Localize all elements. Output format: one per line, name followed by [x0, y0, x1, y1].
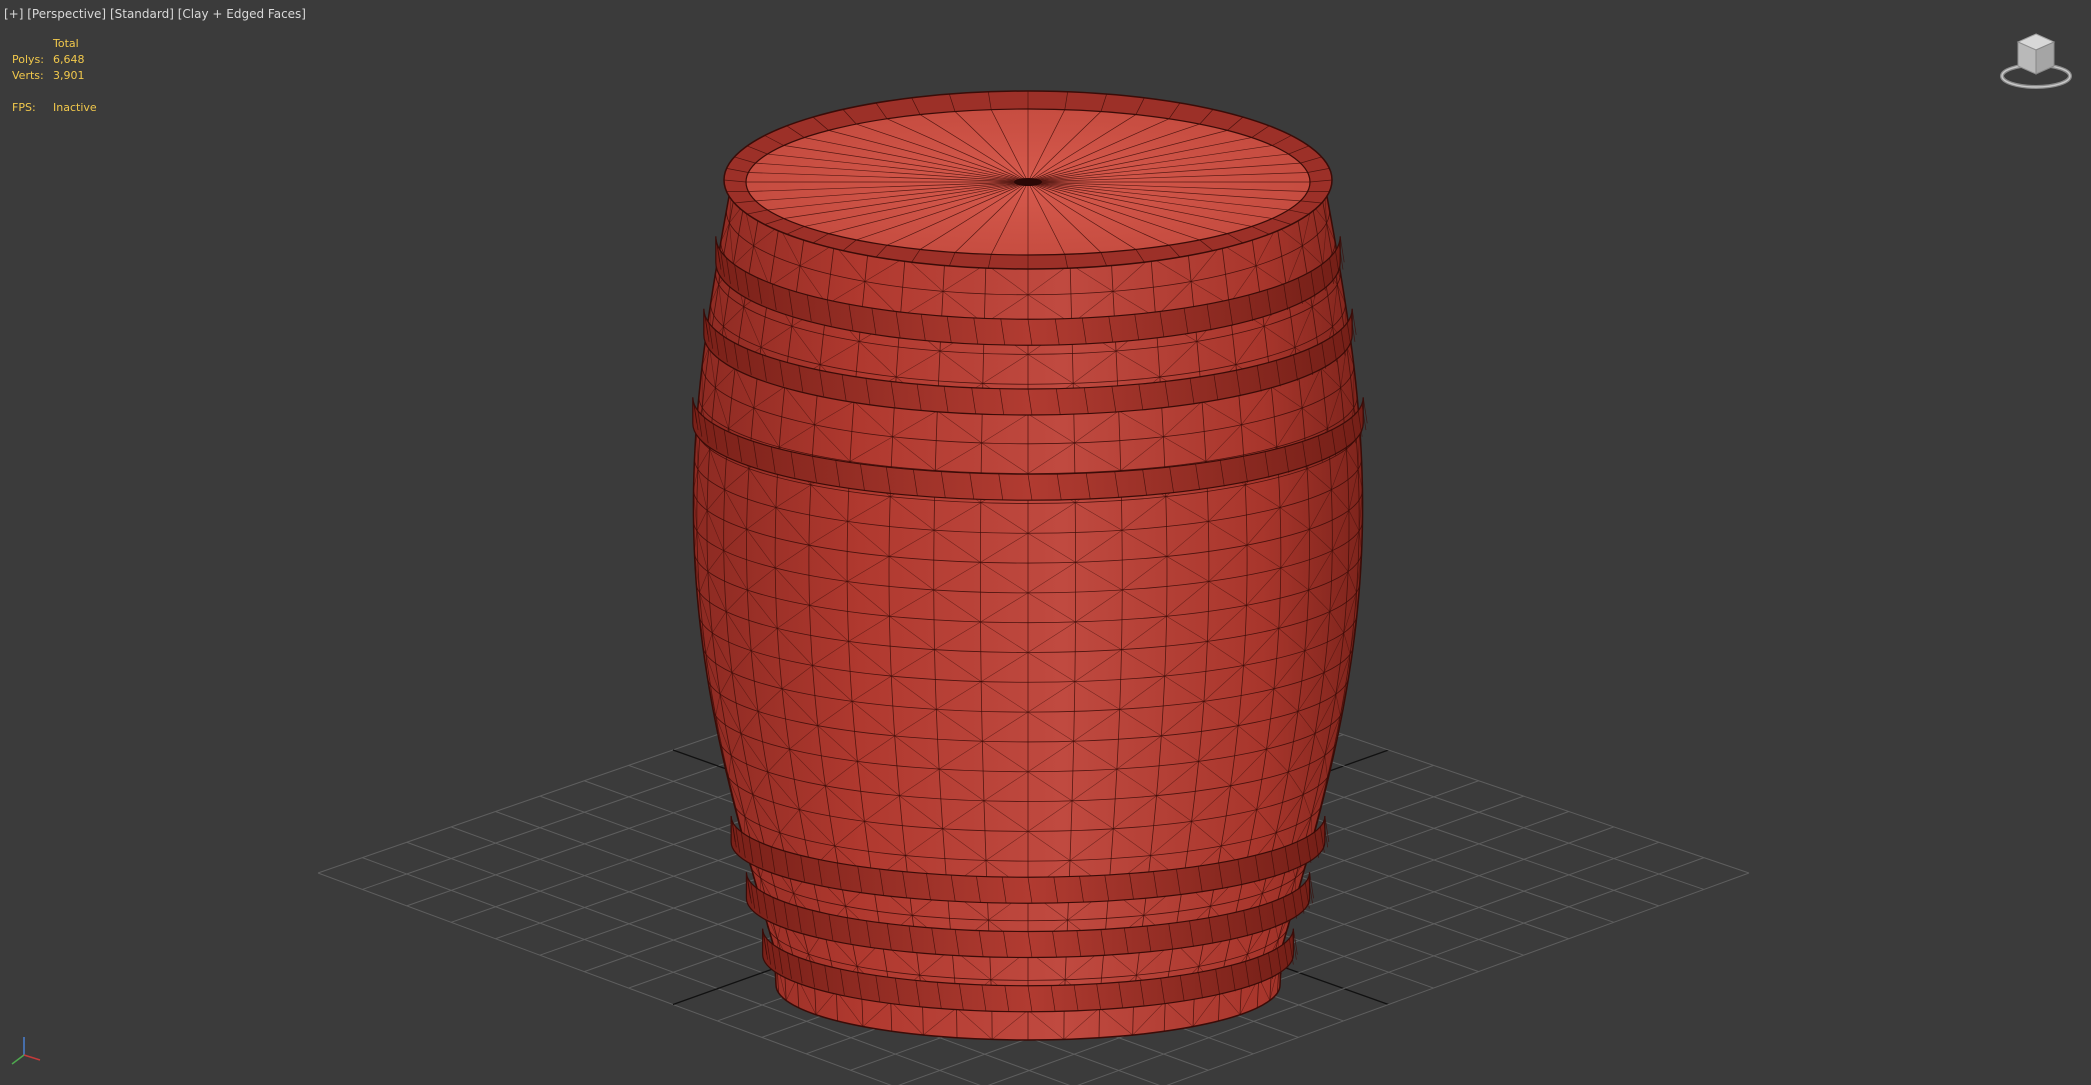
viewport-shading-menu[interactable]: [Clay + Edged Faces] — [178, 7, 306, 21]
stats-header: Total — [53, 37, 79, 50]
statistics-overlay: Total Polys: 6,648 Verts: 3,901 FPS: Inacti… — [12, 36, 113, 116]
verts-label: Verts: — [12, 69, 44, 82]
lid-center — [1014, 178, 1042, 186]
barrel-mesh[interactable] — [692, 90, 1368, 1041]
viewport-quality-menu[interactable]: [Standard] — [110, 7, 174, 21]
verts-value: 3,901 — [53, 69, 85, 82]
viewport-pov-menu[interactable]: [Perspective] — [27, 7, 106, 21]
polys-label: Polys: — [12, 53, 44, 66]
viewcube-icon[interactable] — [1996, 28, 2076, 94]
viewport-label-menu: [+] [Perspective] [Standard] [Clay + Edg… — [4, 6, 306, 22]
polys-value: 6,648 — [53, 53, 85, 66]
viewport-perspective[interactable]: [+] [Perspective] [Standard] [Clay + Edg… — [0, 0, 2091, 1085]
scene-canvas[interactable] — [0, 0, 2091, 1085]
fps-value: Inactive — [53, 101, 97, 114]
viewport-plus-menu[interactable]: [+] — [4, 7, 23, 21]
fps-label: FPS: — [12, 101, 36, 114]
axis-tripod-icon — [11, 1037, 41, 1065]
